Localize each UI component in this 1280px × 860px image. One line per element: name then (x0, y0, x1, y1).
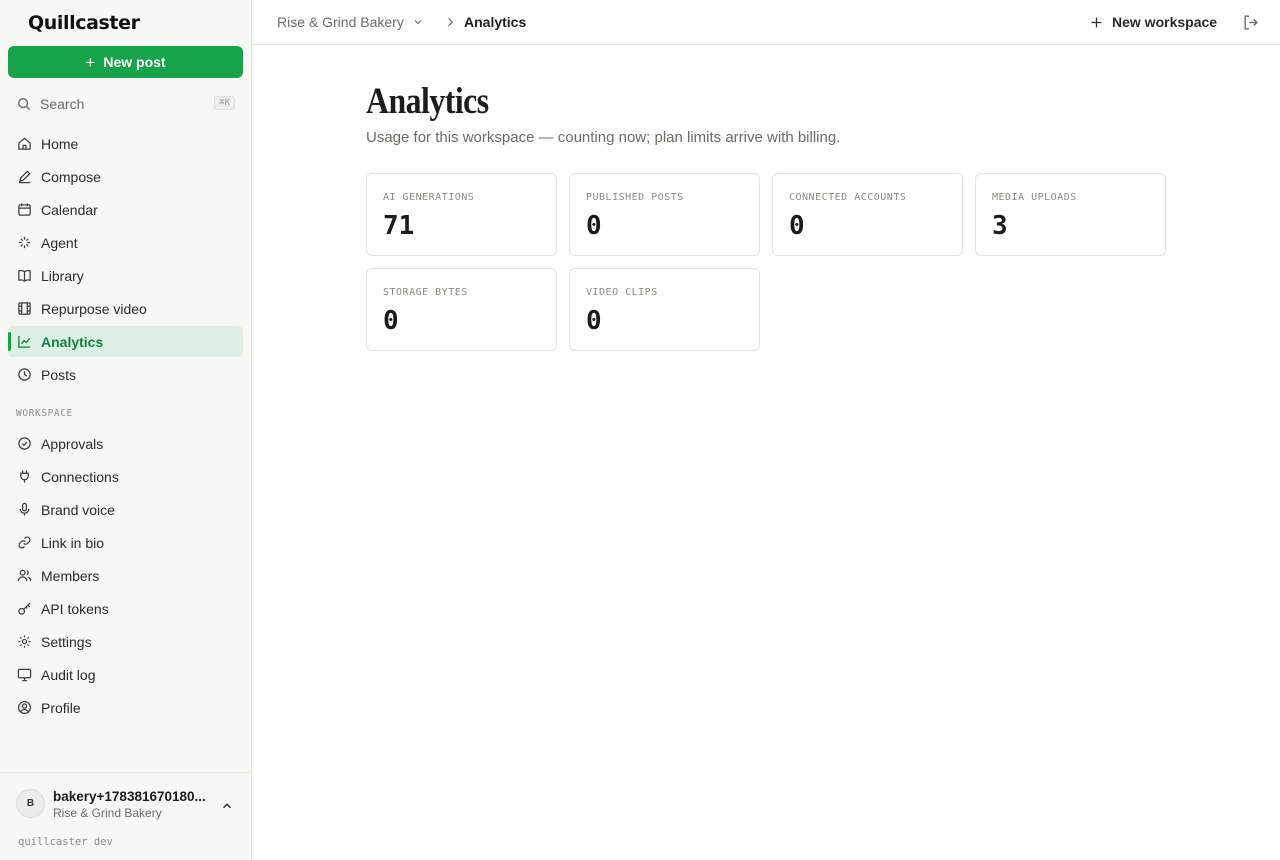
stat-value: 0 (586, 306, 602, 336)
user-circle-icon (17, 700, 32, 715)
avatar: B (16, 789, 45, 818)
sidebar-item-label: Approvals (41, 435, 104, 452)
sidebar-item-label: Profile (41, 699, 81, 716)
plus-icon (1091, 17, 1102, 27)
new-workspace-button[interactable]: New workspace (1090, 14, 1217, 30)
new-post-label: New post (103, 54, 166, 70)
stat-label: STORAGE BYTES (383, 287, 468, 298)
sidebar-item-label: Agent (41, 234, 78, 251)
gear-icon (18, 635, 31, 648)
sidebar-item-approvals[interactable]: Approvals (8, 428, 243, 459)
stat-card-video-clips: VIDEO CLIPS 0 (569, 268, 760, 351)
sidebar-item-api-tokens[interactable]: API tokens (8, 593, 243, 624)
stat-card-connected-accounts: CONNECTED ACCOUNTS 0 (772, 173, 963, 256)
chart-icon (18, 335, 31, 348)
sidebar-item-label: Home (41, 135, 79, 152)
sidebar-item-label: API tokens (41, 600, 109, 617)
sidebar-item-profile[interactable]: Profile (8, 692, 243, 723)
sidebar-item-audit-log[interactable]: Audit log (8, 659, 243, 690)
user-workspace: Rise & Grind Bakery (53, 806, 162, 820)
environment-label: quillcaster dev (18, 836, 113, 848)
plug-icon (20, 470, 29, 483)
link-icon (18, 536, 31, 549)
app-logo[interactable]: Quillcaster (28, 12, 140, 34)
new-post-button[interactable]: + New post (8, 46, 243, 78)
sidebar-item-settings[interactable]: Settings (8, 626, 243, 657)
sparkle-icon (18, 236, 31, 249)
mic-icon (19, 502, 30, 516)
stat-label: MEDIA UPLOADS (992, 192, 1077, 203)
sidebar-item-label: Link in bio (41, 534, 105, 551)
new-workspace-label: New workspace (1112, 14, 1218, 30)
sidebar-item-repurpose-video[interactable]: Repurpose video (8, 293, 243, 324)
users-icon (17, 569, 32, 582)
sidebar-item-label: Settings (41, 633, 92, 650)
workspace-nav: Approvals Connections Brand voice Link i… (8, 428, 243, 725)
page-title: Analytics (366, 81, 489, 122)
sidebar-item-library[interactable]: Library (8, 260, 243, 291)
page-subtitle: Usage for this workspace — counting now;… (366, 129, 841, 146)
sidebar-item-label: Repurpose video (41, 300, 147, 317)
stat-label: PUBLISHED POSTS (586, 192, 684, 203)
search-button[interactable]: Search ⌘K (8, 90, 243, 118)
plus-icon: + (85, 52, 96, 72)
sidebar: Quillcaster + New post Search ⌘K Home Co… (0, 0, 252, 860)
pencil-icon (18, 170, 31, 184)
sidebar-item-posts[interactable]: Posts (8, 359, 243, 390)
sidebar-item-label: Posts (41, 366, 77, 383)
stat-card-ai-generations: AI GENERATIONS 71 (366, 173, 557, 256)
stat-value: 3 (992, 211, 1008, 241)
stat-card-storage-bytes: STORAGE BYTES 0 (366, 268, 557, 351)
home-icon (18, 137, 31, 150)
workspace-section-label: WORKSPACE (16, 408, 73, 419)
monitor-icon (17, 668, 32, 682)
sidebar-item-compose[interactable]: Compose (8, 161, 243, 192)
chevron-right-icon (448, 17, 454, 27)
sidebar-item-members[interactable]: Members (8, 560, 243, 591)
user-menu[interactable]: B bakery+178381670180... Rise & Grind Ba… (0, 772, 251, 834)
chevron-up-icon[interactable] (220, 799, 234, 813)
main-nav: Home Compose Calendar Agent Library Repu… (8, 128, 243, 392)
stat-label: AI GENERATIONS (383, 192, 475, 203)
calendar-icon (18, 203, 31, 216)
search-label: Search (40, 96, 85, 112)
sidebar-item-label: Calendar (41, 201, 98, 218)
sidebar-item-label: Audit log (41, 666, 96, 683)
clock-icon (18, 368, 31, 381)
topbar: Rise & Grind Bakery Analytics New worksp… (252, 0, 1280, 45)
stat-value: 0 (789, 211, 805, 241)
sidebar-item-link-in-bio[interactable]: Link in bio (8, 527, 243, 558)
stat-label: VIDEO CLIPS (586, 287, 658, 298)
stat-value: 0 (383, 306, 399, 336)
user-name: bakery+178381670180... (53, 789, 206, 804)
sidebar-item-brand-voice[interactable]: Brand voice (8, 494, 243, 525)
key-icon (18, 602, 31, 615)
logout-icon[interactable] (1242, 14, 1259, 31)
workspace-switcher[interactable]: Rise & Grind Bakery (277, 14, 424, 30)
sidebar-item-label: Compose (41, 168, 101, 185)
sidebar-item-connections[interactable]: Connections (8, 461, 243, 492)
sidebar-item-calendar[interactable]: Calendar (8, 194, 243, 225)
sidebar-item-agent[interactable]: Agent (8, 227, 243, 258)
sidebar-item-label: Analytics (41, 333, 104, 350)
sidebar-item-label: Brand voice (41, 501, 115, 518)
sidebar-item-home[interactable]: Home (8, 128, 243, 159)
check-circle-icon (18, 437, 31, 450)
stat-card-published-posts: PUBLISHED POSTS 0 (569, 173, 760, 256)
sidebar-item-label: Library (41, 267, 84, 284)
film-icon (18, 302, 31, 315)
stat-card-media-uploads: MEDIA UPLOADS 3 (975, 173, 1166, 256)
breadcrumb-workspace: Rise & Grind Bakery (277, 14, 404, 30)
breadcrumb-current: Analytics (464, 14, 527, 30)
search-shortcut: ⌘K (214, 96, 235, 110)
stat-label: CONNECTED ACCOUNTS (789, 192, 907, 203)
sidebar-item-analytics[interactable]: Analytics (8, 326, 243, 357)
stat-value: 0 (586, 211, 602, 241)
sidebar-item-label: Members (41, 567, 100, 584)
stat-value: 71 (383, 211, 415, 241)
search-icon (18, 98, 31, 111)
sidebar-item-label: Connections (41, 468, 119, 485)
chevron-down-icon (414, 20, 422, 25)
book-icon (18, 269, 31, 282)
